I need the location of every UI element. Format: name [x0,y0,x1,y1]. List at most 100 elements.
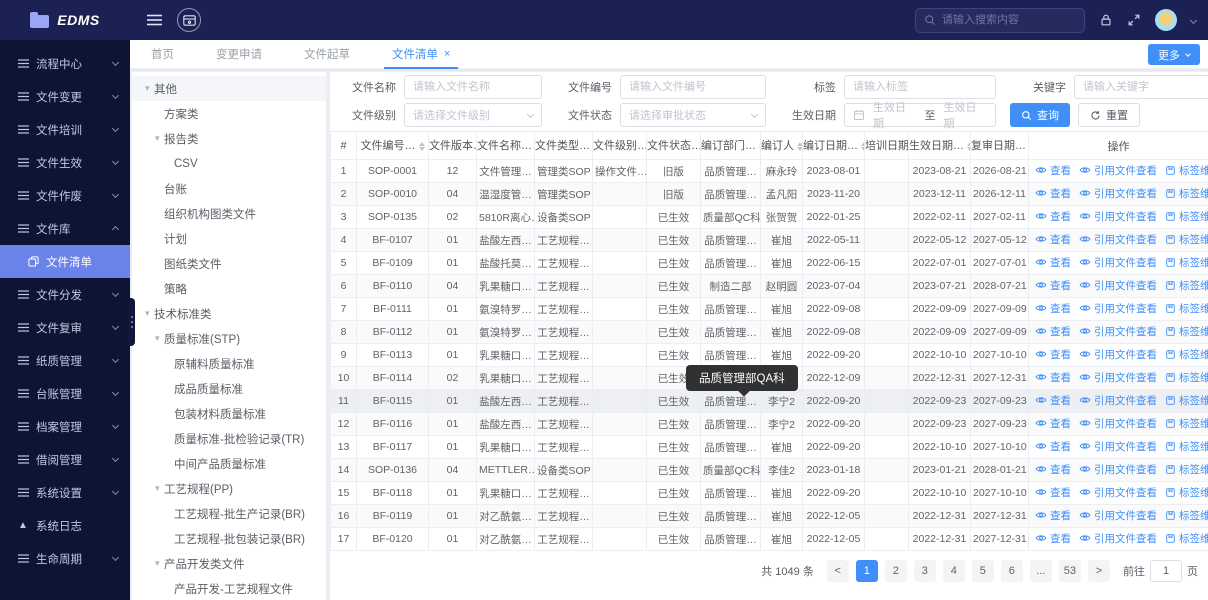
table-row[interactable]: 13BF-011701乳果糖口…工艺规程…已生效品质管理…崔旭2022-09-2… [331,436,1208,459]
sidebar-item[interactable]: 文件生效 [0,146,130,179]
view-link[interactable]: 查看 [1035,209,1071,224]
ref-view-link[interactable]: 引用文件查看 [1079,531,1157,546]
tree-item[interactable]: 组织机构图类文件 [132,201,326,226]
column-header-文件版本[interactable]: 文件版本… [429,132,477,160]
view-link[interactable]: 查看 [1035,163,1071,178]
filter-input[interactable] [404,75,542,99]
view-link[interactable]: 查看 [1035,485,1071,500]
tag-maintain-link[interactable]: 标签维护 [1165,347,1208,362]
next-page-button[interactable]: > [1088,560,1110,582]
page-button-1[interactable]: 1 [856,560,878,582]
view-link[interactable]: 查看 [1035,462,1071,477]
table-row[interactable]: 14SOP-013604METTLER…设备类SOP已生效质量部QC科李佳220… [331,459,1208,482]
ref-view-link[interactable]: 引用文件查看 [1079,347,1157,362]
ref-view-link[interactable]: 引用文件查看 [1079,393,1157,408]
column-header-生效日期[interactable]: 生效日期… [909,132,971,160]
tag-maintain-link[interactable]: 标签维护 [1165,439,1208,454]
ref-view-link[interactable]: 引用文件查看 [1079,370,1157,385]
tag-maintain-link[interactable]: 标签维护 [1165,531,1208,546]
column-header-编订日期[interactable]: 编订日期… [803,132,865,160]
table-row[interactable]: 7BF-011101氨溴特罗…工艺规程…已生效品质管理…崔旭2022-09-08… [331,298,1208,321]
tab-文件起草[interactable]: 文件起草 [283,40,371,68]
page-button-6[interactable]: 6 [1001,560,1023,582]
view-link[interactable]: 查看 [1035,278,1071,293]
tree-item[interactable]: 产品开发-工艺规程文件 [132,576,326,600]
panel-drag-handle[interactable] [128,298,135,346]
sidebar-item[interactable]: 借阅管理 [0,443,130,476]
view-link[interactable]: 查看 [1035,393,1071,408]
column-header-文件级别[interactable]: 文件级别… [593,132,647,160]
column-header-文件状态[interactable]: 文件状态… [647,132,701,160]
sidebar-item-active[interactable]: 文件清单 [0,245,130,278]
tree-item[interactable]: 质量标准-批检验记录(TR) [132,426,326,451]
tree-item[interactable]: ▾质量标准(STP) [132,326,326,351]
date-range-picker[interactable]: 生效日期至生效日期 [844,103,996,127]
view-link[interactable]: 查看 [1035,255,1071,270]
tag-maintain-link[interactable]: 标签维护 [1165,508,1208,523]
tree-item[interactable]: 台账 [132,176,326,201]
ref-view-link[interactable]: 引用文件查看 [1079,232,1157,247]
sidebar-item[interactable]: 文件分发 [0,278,130,311]
tree-item[interactable]: 成品质量标准 [132,376,326,401]
column-header-文件编号[interactable]: 文件编号… [357,132,429,160]
tree-item[interactable]: 策略 [132,276,326,301]
global-search[interactable] [915,8,1085,33]
table-row[interactable]: 11BF-011501盐酸左西…工艺规程…已生效品质管理…李宁22022-09-… [331,390,1208,413]
tab-变更申请[interactable]: 变更申请 [195,40,283,68]
prev-page-button[interactable]: < [827,560,849,582]
table-row[interactable]: 5BF-010901盐酸托莫…工艺规程…已生效品质管理…崔旭2022-06-15… [331,252,1208,275]
global-search-input[interactable] [942,14,1076,26]
tree-item[interactable]: 包装材料质量标准 [132,401,326,426]
lock-icon[interactable] [1099,13,1113,27]
sort-icon[interactable] [861,139,865,154]
tree-item[interactable]: 中间产品质量标准 [132,451,326,476]
ref-view-link[interactable]: 引用文件查看 [1079,163,1157,178]
view-link[interactable]: 查看 [1035,508,1071,523]
view-link[interactable]: 查看 [1035,531,1071,546]
sidebar-item[interactable]: 文件作废 [0,179,130,212]
filter-input[interactable] [1074,75,1208,99]
more-button[interactable]: 更多 [1148,44,1200,65]
tree-item[interactable]: 图纸类文件 [132,251,326,276]
sidebar-item[interactable]: 生命周期 [0,542,130,575]
page-button-5[interactable]: 5 [972,560,994,582]
sort-icon[interactable] [419,139,425,154]
page-button-4[interactable]: 4 [943,560,965,582]
tag-maintain-link[interactable]: 标签维护 [1165,209,1208,224]
tag-maintain-link[interactable]: 标签维护 [1165,255,1208,270]
table-row[interactable]: 6BF-011004乳果糖口…工艺规程…已生效制造二部赵明圆2023-07-04… [331,275,1208,298]
view-link[interactable]: 查看 [1035,416,1071,431]
page-button-...[interactable]: ... [1030,560,1052,582]
sort-icon[interactable] [797,139,803,154]
sidebar-item[interactable]: 台账管理 [0,377,130,410]
tag-maintain-link[interactable]: 标签维护 [1165,163,1208,178]
tree-item[interactable]: CSV [132,151,326,176]
tree-item[interactable]: 方案类 [132,101,326,126]
ref-view-link[interactable]: 引用文件查看 [1079,209,1157,224]
column-header-编订人[interactable]: 编订人 [761,132,803,160]
ref-view-link[interactable]: 引用文件查看 [1079,278,1157,293]
tree-item[interactable]: ▾报告类 [132,126,326,151]
column-header-文件类型[interactable]: 文件类型… [535,132,593,160]
column-header-文件名称[interactable]: 文件名称… [477,132,535,160]
user-menu-chevron-down-icon[interactable] [1190,16,1197,23]
table-row[interactable]: 8BF-011201氨溴特罗…工艺规程…已生效品质管理…崔旭2022-09-08… [331,321,1208,344]
user-avatar[interactable] [1155,9,1177,31]
tag-maintain-link[interactable]: 标签维护 [1165,485,1208,500]
goto-page-input[interactable] [1150,560,1182,582]
sidebar-item[interactable]: 档案管理 [0,410,130,443]
tag-maintain-link[interactable]: 标签维护 [1165,278,1208,293]
view-link[interactable]: 查看 [1035,324,1071,339]
column-header-编订部门[interactable]: 编订部门… [701,132,761,160]
table-row[interactable]: 1SOP-000112文件管理…管理类SOP操作文件…旧版品质管理…麻永玲202… [331,160,1208,183]
ref-view-link[interactable]: 引用文件查看 [1079,485,1157,500]
tree-item[interactable]: ▾工艺规程(PP) [132,476,326,501]
ref-view-link[interactable]: 引用文件查看 [1079,462,1157,477]
filter-input[interactable] [844,75,996,99]
tag-maintain-link[interactable]: 标签维护 [1165,301,1208,316]
view-link[interactable]: 查看 [1035,370,1071,385]
tag-maintain-link[interactable]: 标签维护 [1165,324,1208,339]
table-row[interactable]: 9BF-011301乳果糖口…工艺规程…已生效品质管理…崔旭2022-09-20… [331,344,1208,367]
table-row[interactable]: 17BF-012001对乙酰氨…工艺规程…已生效品质管理…崔旭2022-12-0… [331,528,1208,551]
ref-view-link[interactable]: 引用文件查看 [1079,255,1157,270]
